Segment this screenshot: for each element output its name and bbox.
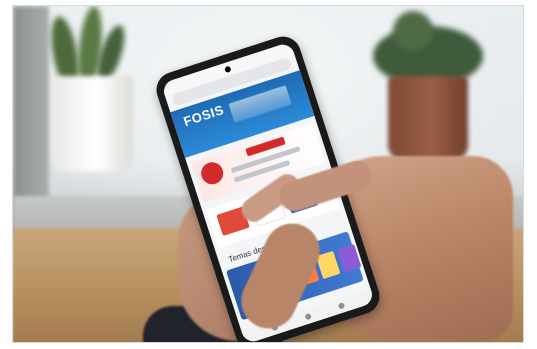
photo-frame: FOSIS Temas destacados xyxy=(12,5,524,343)
plant-foliage xyxy=(393,11,433,51)
terracotta-flower-pot xyxy=(388,76,468,161)
white-flower-pot xyxy=(53,76,133,171)
